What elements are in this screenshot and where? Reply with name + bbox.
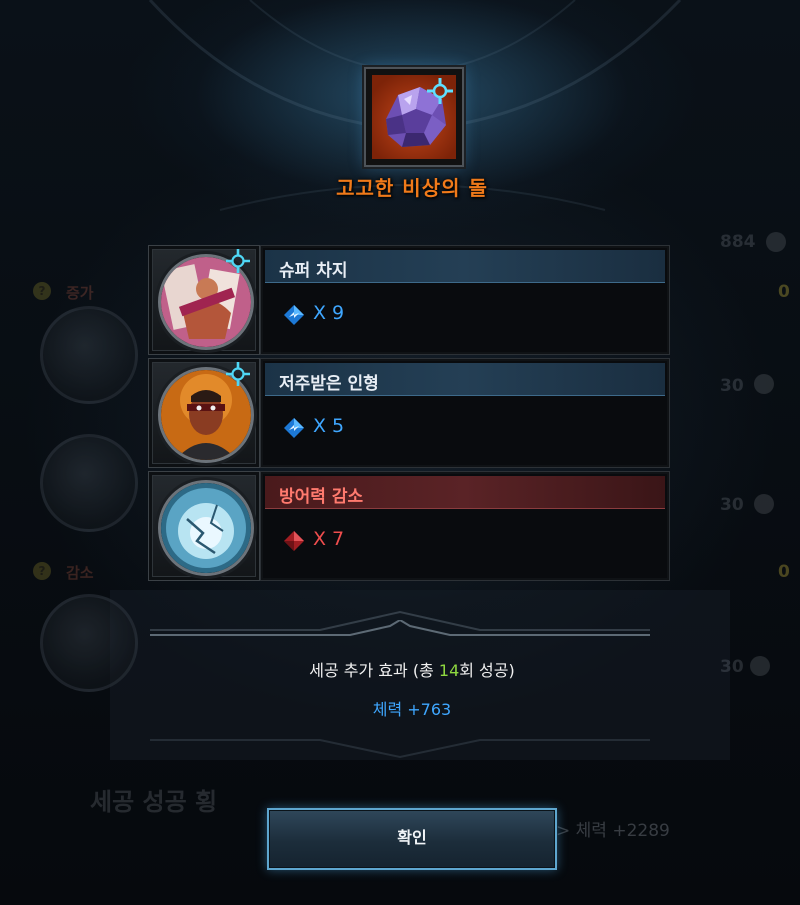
ghost-info-icon <box>766 232 786 252</box>
gem-info-panel: 저주받은 인형 X 5 <box>260 358 670 468</box>
confirm-button[interactable]: 확인 <box>267 808 557 870</box>
blue-gem-icon <box>284 305 304 325</box>
ghost-value: 30 <box>720 376 744 396</box>
gem-row: 방어력 감소 X 7 <box>148 471 670 581</box>
ghost-info-icon <box>750 656 770 676</box>
ghost-info-icon <box>754 374 774 394</box>
ghost-question-icon: ? <box>33 282 51 300</box>
rune-icon <box>427 78 453 104</box>
ghost-label-decrease: 감소 <box>66 564 94 582</box>
gem-row: 저주받은 인형 X 5 <box>148 358 670 468</box>
bonus-title-prefix: 세공 추가 효과 (총 <box>309 661 439 680</box>
gem-info-panel: 방어력 감소 X 7 <box>260 471 670 581</box>
gem-slot-frame <box>148 358 260 468</box>
rune-icon <box>226 249 250 273</box>
ghost-info-icon <box>754 494 774 514</box>
gem-name-bar: 슈퍼 차지 <box>265 250 665 283</box>
ghost-value: 884 <box>720 232 756 252</box>
success-count: 14 <box>438 661 460 680</box>
gem-name: 슈퍼 차지 <box>279 261 348 281</box>
purple-crystal-stone-icon <box>372 75 456 159</box>
blue-gem-icon <box>284 418 304 438</box>
ornament-divider <box>150 620 650 636</box>
ghost-value: 30 <box>720 657 744 677</box>
gem-count-label: X 9 <box>313 302 345 324</box>
gem-slot-frame <box>148 245 260 355</box>
gem-name-bar: 저주받은 인형 <box>265 363 665 396</box>
gem-info-panel: 슈퍼 차지 X 9 <box>260 245 670 355</box>
gem-name: 방어력 감소 <box>279 487 364 507</box>
defense-down-gem-icon <box>158 480 254 576</box>
gem-row: 슈퍼 차지 X 9 <box>148 245 670 355</box>
gem-count-label: X 5 <box>313 415 345 437</box>
gem-slot-frame <box>148 471 260 581</box>
ghost-zero: 0 <box>778 562 790 582</box>
item-name: 고고한 비상의 돌 <box>336 176 488 200</box>
bonus-stat: 체력 +763 <box>372 700 452 719</box>
ghost-gem-slot <box>40 434 138 532</box>
red-gem-icon <box>284 531 304 551</box>
ghost-gem-slot <box>40 594 138 692</box>
ghost-footer-label: 세공 성공 횡 <box>90 788 218 816</box>
ghost-value: 30 <box>720 495 744 515</box>
gem-name-bar: 방어력 감소 <box>265 476 665 509</box>
bonus-title-suffix: 회 성공) <box>459 661 515 680</box>
ghost-footer-stat: > 체력 +2289 <box>556 821 670 841</box>
ghost-gem-slot <box>40 306 138 404</box>
bonus-title: 세공 추가 효과 (총 14회 성공) <box>200 657 624 681</box>
ghost-zero: 0 <box>778 282 790 302</box>
item-icon-frame <box>364 67 464 167</box>
gem-count-label: X 7 <box>313 528 345 550</box>
rune-icon <box>226 362 250 386</box>
ghost-label-increase: 증가 <box>66 284 94 302</box>
gem-name: 저주받은 인형 <box>279 374 379 394</box>
ghost-question-icon: ? <box>33 562 51 580</box>
